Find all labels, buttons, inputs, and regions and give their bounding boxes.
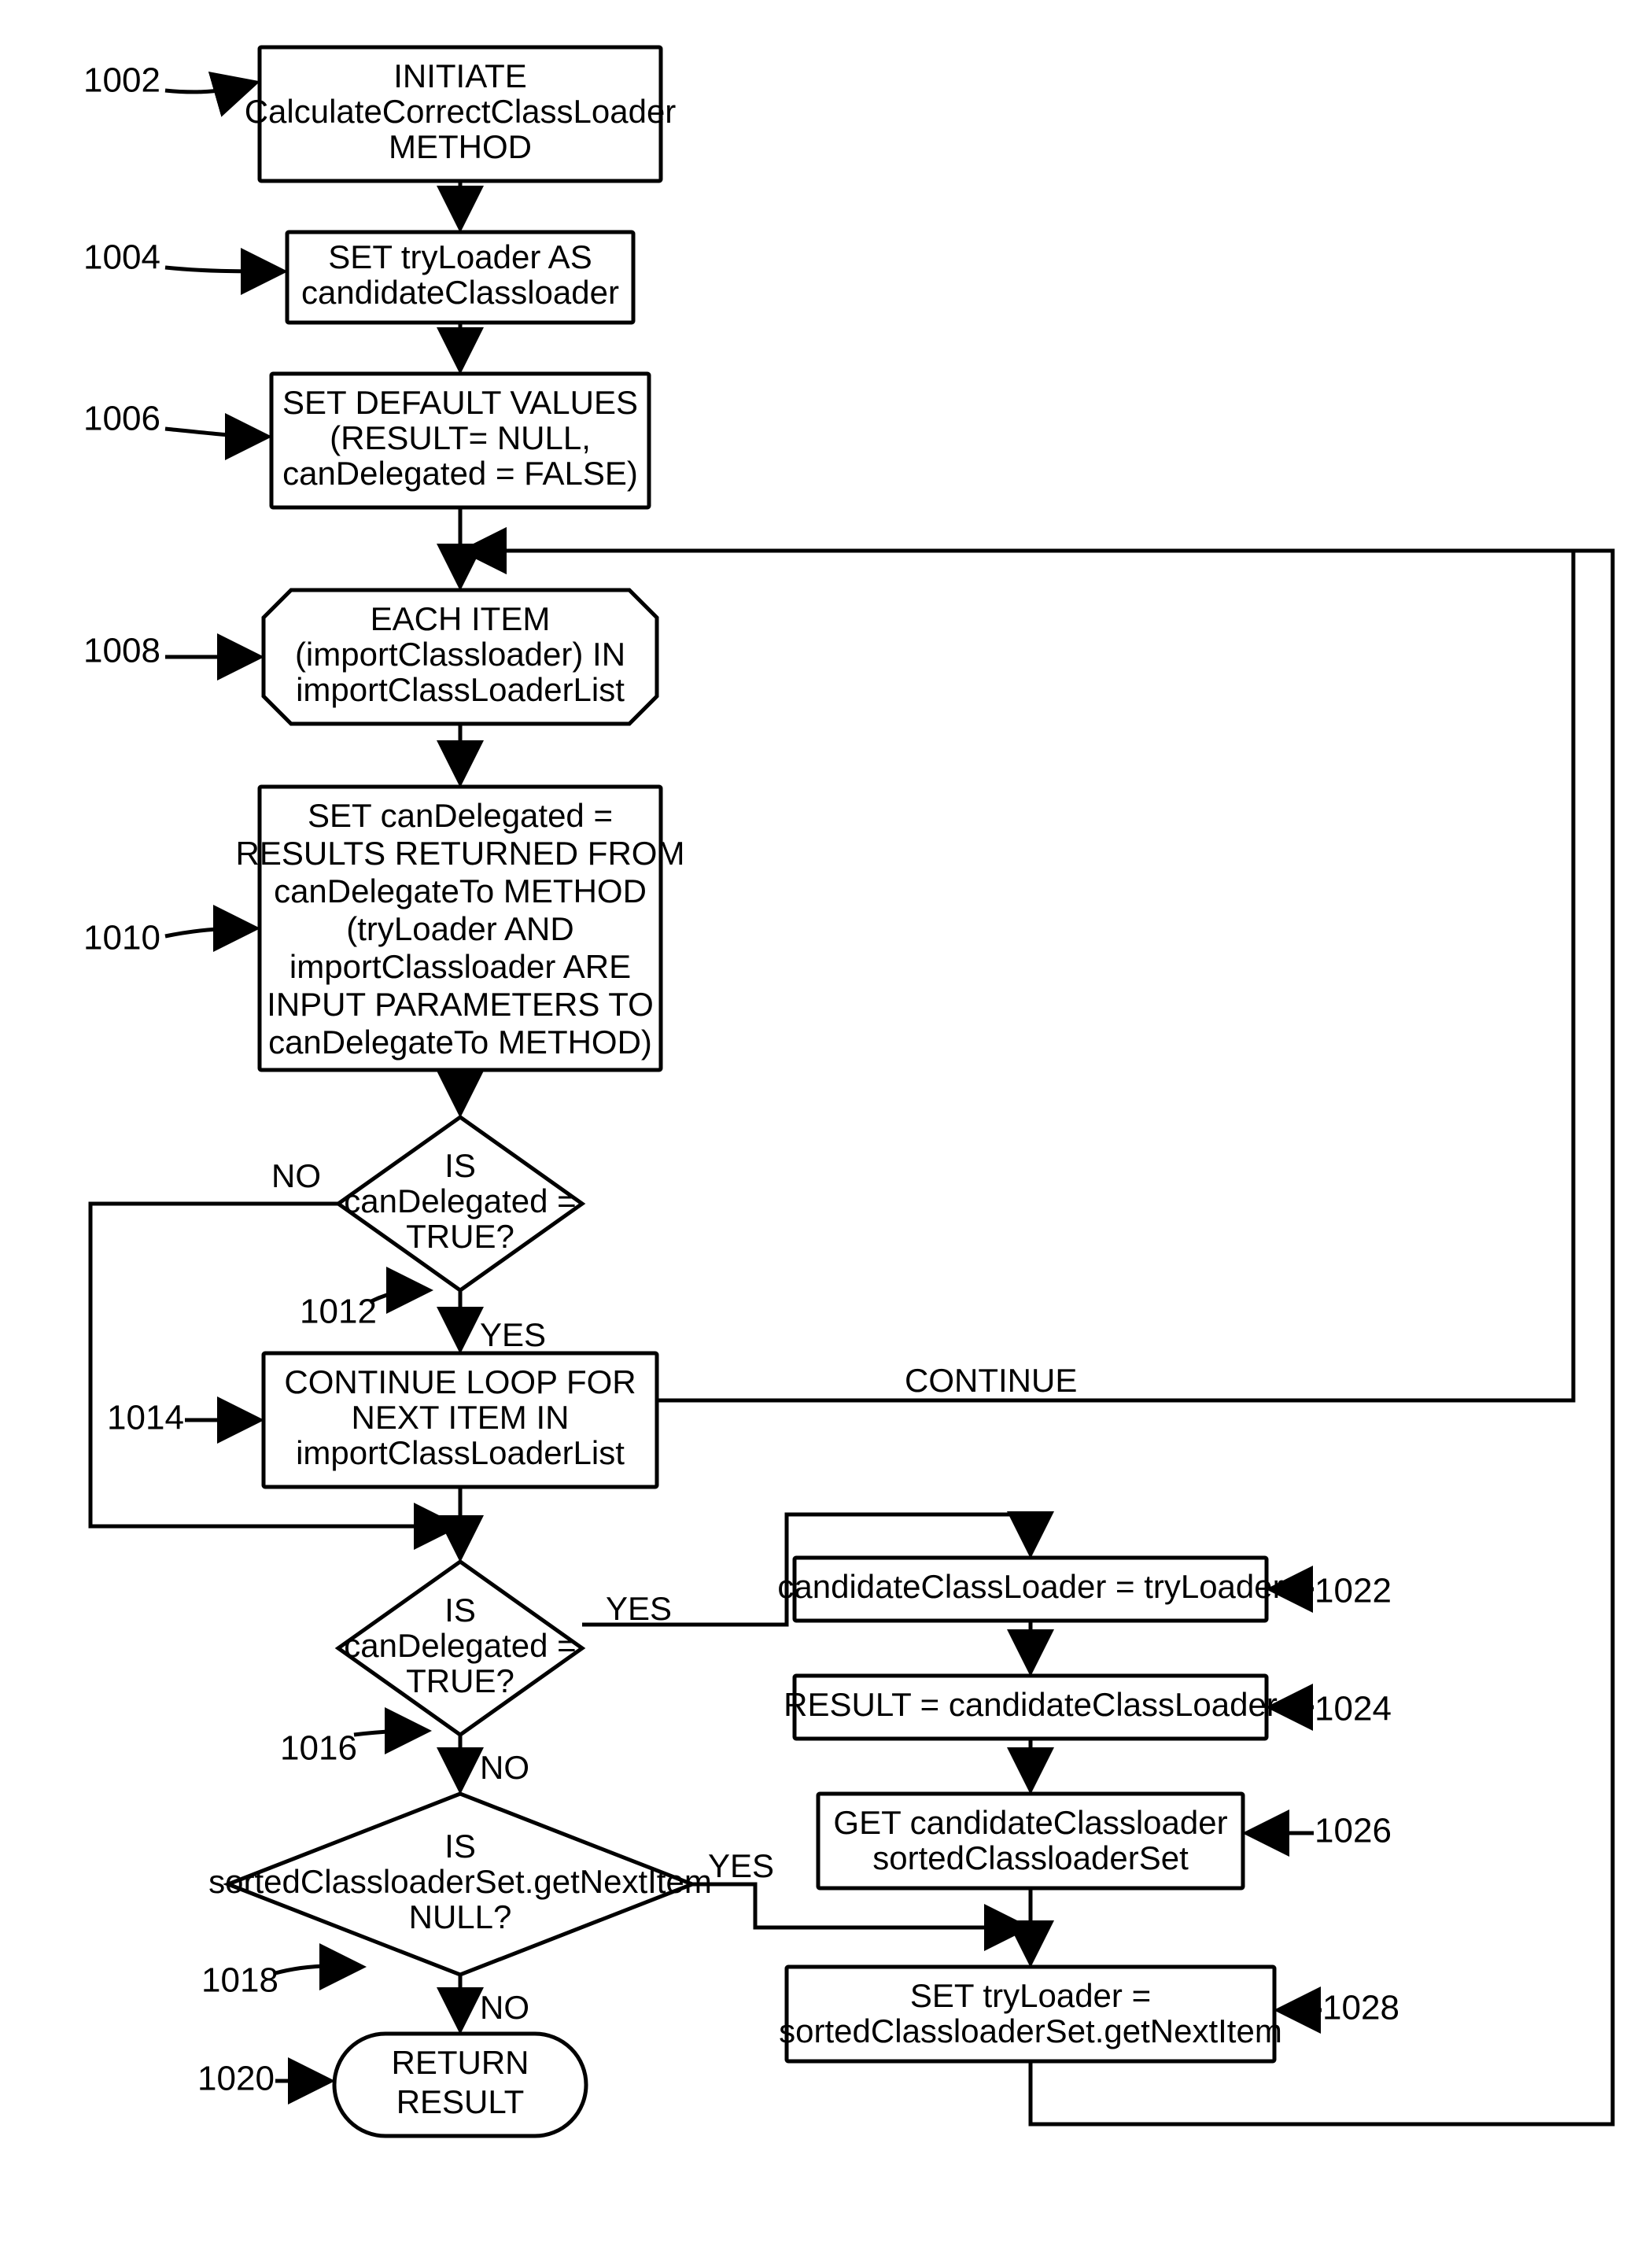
num-1004: 1004 <box>83 238 160 277</box>
n1012-l2: canDelegated = <box>344 1182 576 1219</box>
num-1028: 1028 <box>1322 1989 1399 2027</box>
n1028-l2: sortedClassloaderSet.getNextItem <box>779 2012 1282 2049</box>
n1024-l1: RESULT = candidateClassLoader <box>784 1686 1278 1723</box>
num-1018: 1018 <box>201 1961 278 2000</box>
n1014-l2: NEXT ITEM IN <box>352 1399 570 1436</box>
n1010-l5: importClassloader ARE <box>289 948 631 985</box>
n1020-l1: RETURN <box>392 2044 529 2081</box>
no-1012: NO <box>271 1157 321 1194</box>
n1010-l1: SET canDelegated = <box>308 797 613 834</box>
n1018-l3: NULL? <box>409 1898 512 1935</box>
n1018-l1: IS <box>444 1828 476 1865</box>
n1002-l1: INITIATE <box>393 57 527 94</box>
yes-1012: YES <box>480 1316 546 1353</box>
num-1020: 1020 <box>197 2060 275 2098</box>
n1016-l1: IS <box>444 1592 476 1629</box>
n1022-l1: candidateClassLoader = tryLoader <box>777 1568 1283 1605</box>
num-1010: 1010 <box>83 919 160 957</box>
n1002-l2: CalculateCorrectClassLoader <box>245 93 677 130</box>
num-1002: 1002 <box>83 61 160 100</box>
yes-1018: YES <box>708 1847 774 1884</box>
n1002-l3: METHOD <box>389 128 532 165</box>
no-1018: NO <box>480 1989 529 2026</box>
n1006-l3: canDelegated = FALSE) <box>282 455 638 492</box>
no-1016: NO <box>480 1749 529 1786</box>
n1016-l3: TRUE? <box>406 1662 514 1699</box>
n1004-l1: SET tryLoader AS <box>328 238 592 275</box>
n1004-l2: candidateClassloader <box>301 274 619 311</box>
num-1014: 1014 <box>107 1399 184 1437</box>
n1020-l2: RESULT <box>396 2083 525 2120</box>
n1006-l2: (RESULT= NULL, <box>330 419 591 456</box>
n1026-l1: GET candidateClassloader <box>833 1804 1227 1841</box>
num-1016: 1016 <box>280 1729 357 1768</box>
n1028-l1: SET tryLoader = <box>910 1977 1151 2014</box>
n1012-l1: IS <box>444 1147 476 1184</box>
n1010-l3: canDelegateTo METHOD <box>274 872 647 909</box>
n1008-l1: EACH ITEM <box>371 600 551 637</box>
n1006-l1: SET DEFAULT VALUES <box>282 384 638 421</box>
num-1006: 1006 <box>83 400 160 438</box>
n1016-l2: canDelegated = <box>344 1627 576 1664</box>
n1012-l3: TRUE? <box>406 1218 514 1255</box>
yes-1016: YES <box>606 1590 672 1627</box>
n1010-l4: (tryLoader AND <box>346 910 573 947</box>
n1014-l1: CONTINUE LOOP FOR <box>284 1363 636 1400</box>
n1010-l7: canDelegateTo METHOD) <box>268 1024 652 1061</box>
n1008-l2: (importClassloader) IN <box>295 636 625 673</box>
n1014-l3: importClassLoaderList <box>296 1434 625 1471</box>
num-1012: 1012 <box>300 1293 377 1331</box>
n1010-l2: RESULTS RETURNED FROM <box>236 835 685 872</box>
num-1026: 1026 <box>1315 1812 1392 1850</box>
num-1022: 1022 <box>1315 1572 1392 1610</box>
continue-1014: CONTINUE <box>905 1362 1077 1399</box>
num-1024: 1024 <box>1315 1690 1392 1728</box>
n1010-l6: INPUT PARAMETERS TO <box>267 986 654 1023</box>
n1026-l2: sortedClassloaderSet <box>872 1839 1189 1876</box>
num-1008: 1008 <box>83 632 160 670</box>
n1018-l2: sortedClassloaderSet.getNextItem <box>208 1863 712 1900</box>
n1008-l3: importClassLoaderList <box>296 671 625 708</box>
